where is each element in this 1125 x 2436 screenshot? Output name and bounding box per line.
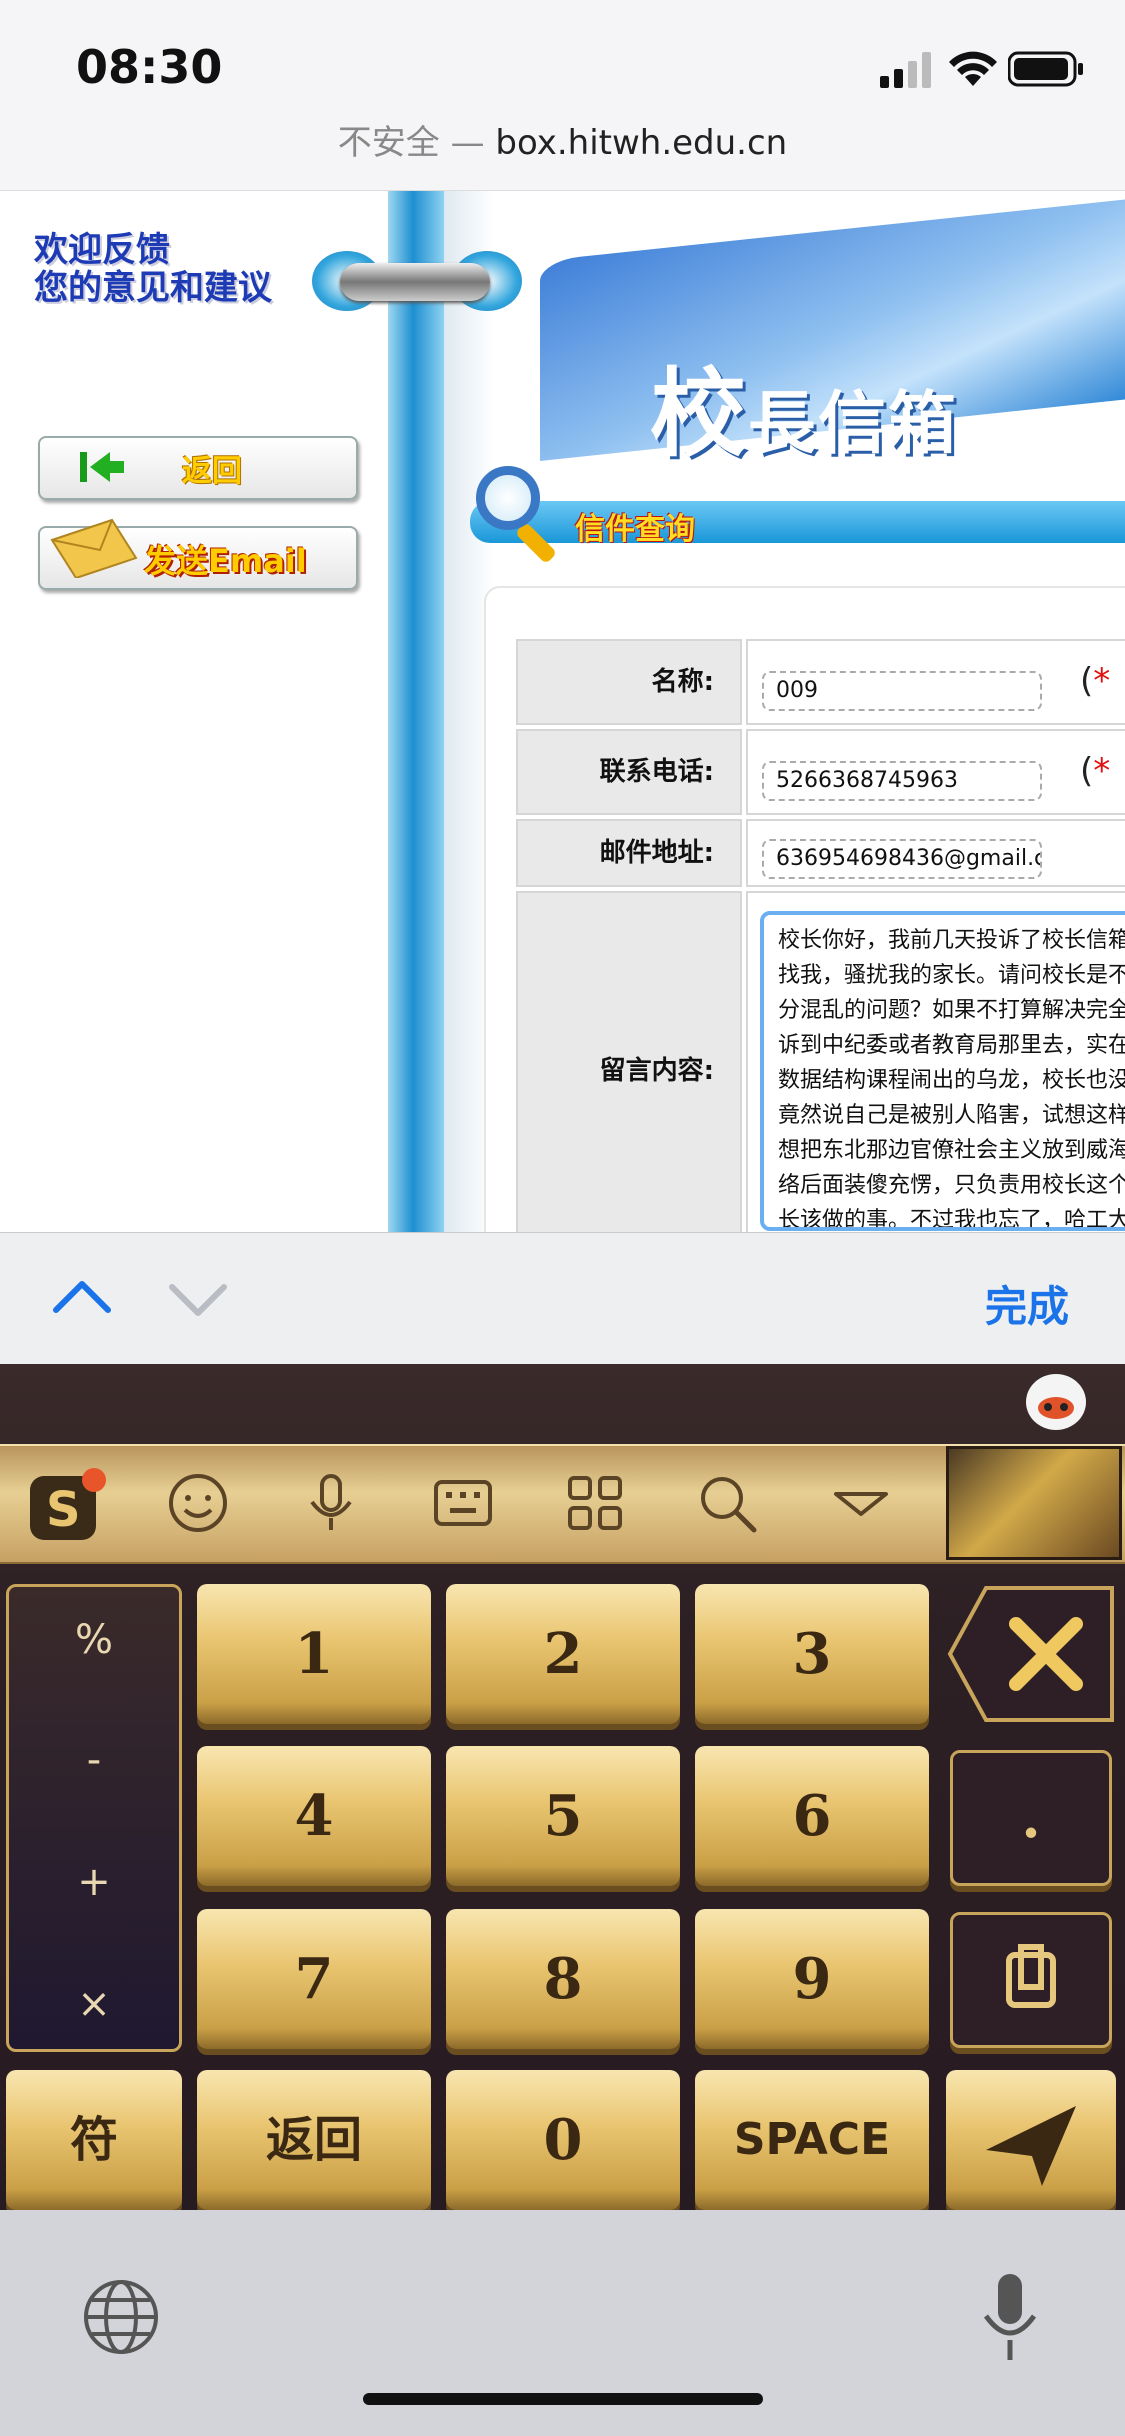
phone-input[interactable]: 5266368745963 <box>762 761 1042 801</box>
email-label: 邮件地址: <box>516 819 742 887</box>
address-bar[interactable]: 不安全 — box.hitwh.edu.cn <box>0 115 1125 164</box>
key-5[interactable]: 5 <box>446 1746 680 1886</box>
mascot-icon[interactable] <box>1026 1374 1086 1430</box>
message-line: 络后面装傻充愣，只负责用校长这个 <box>778 1173 1125 1198</box>
grid-icon[interactable] <box>560 1468 630 1538</box>
keyboard-icon[interactable] <box>428 1468 498 1538</box>
wifi-icon <box>949 51 997 86</box>
status-time: 08:30 <box>76 40 223 94</box>
url-domain: box.hitwh.edu.cn <box>495 123 788 163</box>
symbol-key[interactable]: % <box>9 1617 179 1663</box>
security-label: 不安全 <box>337 123 440 163</box>
chevron-up-icon[interactable] <box>52 1278 112 1314</box>
message-textarea[interactable]: 校长你好，我前几天投诉了校长信箱 找我，骚扰我的家长。请问校长是不 分混乱的问题… <box>760 911 1125 1231</box>
web-content: 欢迎反馈 您的意见和建议 返回 发送Email 校長信箱 信件查询 名称: 00… <box>0 190 1125 1233</box>
svg-text:S: S <box>46 1482 81 1538</box>
globe-icon[interactable] <box>82 2278 160 2356</box>
emoji-icon[interactable] <box>163 1468 233 1538</box>
status-bar: 08:30 不安全 — box.hitwh.edu.cn <box>0 0 1125 190</box>
phone-label: 联系电话: <box>516 729 742 815</box>
symbols-key[interactable]: 符 <box>6 2070 182 2210</box>
message-line: 校长你好，我前几天投诉了校长信箱 <box>778 928 1125 953</box>
banner-title-rest: 長信箱 <box>748 384 959 464</box>
dot-key[interactable]: . <box>950 1750 1112 1886</box>
back-button-label: 返回 <box>182 454 242 489</box>
message-line: 诉到中纪委或者教育局那里去，实在 <box>778 1033 1125 1058</box>
email-input[interactable]: 636954698436@gmail.cc <box>762 839 1042 879</box>
back-arrow-icon <box>80 452 124 482</box>
key-8[interactable]: 8 <box>446 1909 680 2049</box>
section-title: 信件查询 <box>575 512 695 547</box>
keyboard: S % - + × 1 2 3 4 5 6 7 8 9 . 符 返回 0 SPA… <box>0 1364 1125 2210</box>
key-1[interactable]: 1 <box>197 1584 431 1724</box>
key-2[interactable]: 2 <box>446 1584 680 1724</box>
banner-title: 校長信箱 <box>650 336 958 475</box>
microphone-icon[interactable] <box>296 1468 366 1538</box>
key-4[interactable]: 4 <box>197 1746 431 1886</box>
name-input[interactable]: 009 <box>762 671 1042 711</box>
delete-x-icon <box>947 1586 1114 1722</box>
key-6[interactable]: 6 <box>695 1746 929 1886</box>
delete-key[interactable] <box>946 1584 1116 1724</box>
home-indicator[interactable] <box>363 2393 763 2405</box>
send-email-label: 发送Email <box>144 542 307 580</box>
message-line: 长该做的事。不过我也忘了，哈工大 <box>778 1208 1125 1231</box>
message-line: 找我，骚扰我的家长。请问校长是不 <box>778 963 1125 988</box>
decorative-pole <box>388 191 444 1233</box>
left-panel: 欢迎反馈 您的意见和建议 返回 发送Email <box>0 191 400 1233</box>
clipboard-icon <box>1006 1944 1056 2008</box>
sogou-logo-icon[interactable]: S <box>26 1468 106 1540</box>
url-separator: — <box>450 123 485 163</box>
message-line: 竟然说自己是被别人陷害，试想这样 <box>778 1103 1125 1128</box>
key-7[interactable]: 7 <box>197 1909 431 2049</box>
welcome-text: 欢迎反馈 您的意见和建议 <box>34 231 272 307</box>
send-key[interactable] <box>946 2070 1116 2210</box>
return-key[interactable]: 返回 <box>197 2070 431 2210</box>
dictation-microphone-icon[interactable] <box>980 2270 1040 2366</box>
key-9[interactable]: 9 <box>695 1909 929 2049</box>
welcome-line-2: 您的意见和建议 <box>34 268 272 308</box>
signal-bars-icon <box>880 52 931 88</box>
keyboard-accessory-bar: 完成 <box>0 1232 1125 1365</box>
message-label: 留言内容: <box>516 891 742 1233</box>
send-arrow-icon <box>986 2106 1076 2186</box>
message-line: 分混乱的问题？如果不打算解决完全 <box>778 998 1125 1023</box>
magnifier-icon <box>476 466 540 530</box>
symbol-key[interactable]: - <box>9 1737 179 1783</box>
mascot-face-icon <box>1038 1397 1074 1419</box>
battery-icon <box>1008 51 1083 87</box>
paste-key[interactable] <box>950 1912 1112 2048</box>
banner-title-big: 校 <box>650 357 748 470</box>
section-strip <box>470 501 1125 543</box>
chevron-down-icon[interactable] <box>168 1283 228 1319</box>
name-label: 名称: <box>516 639 742 725</box>
message-line: 数据结构课程闹出的乌龙，校长也没 <box>778 1068 1125 1093</box>
required-mark: (* <box>1080 751 1111 791</box>
space-key[interactable]: SPACE <box>695 2070 929 2210</box>
done-button[interactable]: 完成 <box>985 1273 1069 1334</box>
search-icon[interactable] <box>692 1468 762 1538</box>
symbol-key[interactable]: × <box>9 1981 179 2027</box>
ring-bar <box>340 263 490 301</box>
welcome-line-1: 欢迎反馈 <box>34 230 170 270</box>
back-button[interactable]: 返回 <box>38 436 358 500</box>
collapse-icon[interactable] <box>826 1468 896 1538</box>
key-3[interactable]: 3 <box>695 1584 929 1724</box>
required-mark: (* <box>1080 661 1111 701</box>
skin-avatar-image[interactable] <box>946 1446 1122 1560</box>
symbol-column[interactable]: % - + × <box>6 1584 182 2052</box>
message-line: 想把东北那边官僚社会主义放到威海 <box>778 1138 1125 1163</box>
envelope-icon <box>50 518 138 578</box>
send-email-button[interactable]: 发送Email <box>38 518 358 590</box>
key-0[interactable]: 0 <box>446 2070 680 2210</box>
symbol-key[interactable]: + <box>9 1859 179 1905</box>
